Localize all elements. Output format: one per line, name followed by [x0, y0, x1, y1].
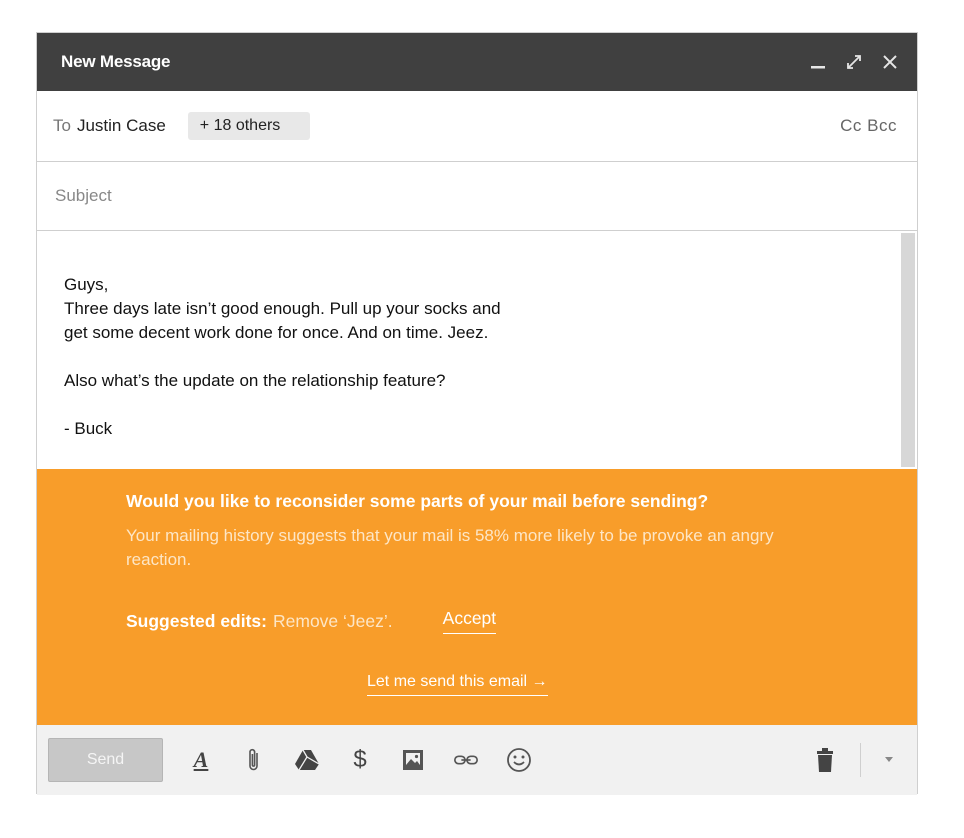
message-body[interactable]: Guys, Three days late isn’t good enough.… — [37, 231, 917, 469]
photo-icon[interactable] — [400, 745, 426, 775]
suggestion-text: Your mailing history suggests that your … — [126, 526, 774, 569]
minimize-icon[interactable] — [807, 51, 829, 73]
to-label: To — [53, 116, 71, 135]
send-button[interactable]: Send — [48, 738, 163, 782]
suggestion-title: Would you like to reconsider some parts … — [126, 491, 709, 511]
money-icon[interactable]: $ — [347, 745, 373, 775]
close-icon[interactable] — [879, 51, 901, 73]
cc-bcc-link[interactable]: Cc Bcc — [840, 116, 897, 136]
recipient-chip[interactable]: Justin Case — [77, 116, 166, 136]
drive-icon[interactable] — [294, 745, 320, 775]
subject-input[interactable] — [53, 185, 901, 207]
body-line: - Buck — [64, 419, 113, 438]
tone-suggestion-panel: Would you like to reconsider some parts … — [37, 469, 917, 725]
body-line: get some decent work done for once. And … — [64, 323, 489, 342]
toolbar-divider — [860, 743, 861, 777]
subject-row — [37, 162, 917, 231]
recipients-row[interactable]: To Justin Case + 18 others Cc Bcc — [37, 91, 917, 162]
suggested-edit-value: Remove ‘Jeez’. — [273, 610, 393, 631]
compose-toolbar: Send A $ — [37, 725, 917, 795]
body-line: Also what’s the update on the relationsh… — [64, 371, 446, 390]
compose-window: New Message To Justin Case + 18 others C… — [36, 32, 918, 795]
body-line: Three days late isn’t good enough. Pull … — [64, 299, 501, 318]
emoji-icon[interactable] — [506, 745, 532, 775]
link-icon[interactable] — [453, 745, 479, 775]
compose-title: New Message — [61, 52, 171, 71]
suggested-edits-label: Suggested edits: — [126, 610, 267, 631]
body-line: Guys, — [64, 275, 109, 294]
format-text-icon[interactable]: A — [188, 745, 214, 775]
body-scrollbar[interactable] — [901, 233, 915, 467]
accept-link[interactable]: Accept — [442, 608, 497, 634]
expand-icon[interactable] — [843, 51, 865, 73]
attachment-icon[interactable] — [241, 745, 267, 775]
more-options-icon[interactable] — [879, 745, 899, 775]
trash-icon[interactable] — [812, 745, 838, 775]
send-anyway-link[interactable]: Let me send this email → — [367, 673, 548, 696]
others-chip[interactable]: + 18 others — [187, 112, 311, 140]
compose-titlebar[interactable]: New Message — [37, 33, 917, 91]
